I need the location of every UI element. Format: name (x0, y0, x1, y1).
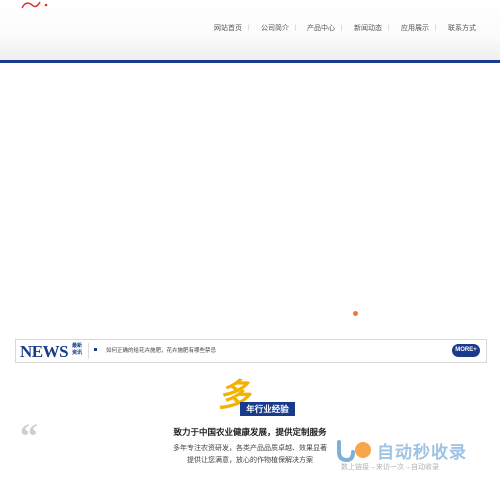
nav-item-news[interactable]: 新闻动态 (354, 23, 382, 33)
news-subheading: 最新 资讯 (72, 343, 83, 356)
news-item-link[interactable]: 如何正确的给花卉施肥，花卉施肥有哪些禁忌 (106, 346, 216, 354)
nav-item-about[interactable]: 公司简介 (261, 23, 289, 33)
nav-item-products[interactable]: 产品中心 (307, 23, 335, 33)
bullet-icon (94, 348, 97, 351)
news-heading: NEWS (20, 342, 69, 361)
news-divider (88, 343, 89, 359)
experience-badge: 年行业经验 (240, 402, 295, 416)
slide-indicator-dot[interactable] (353, 311, 358, 316)
nav-item-applications[interactable]: 应用展示 (401, 23, 429, 33)
news-bar: NEWS 最新 资讯 如何正确的给花卉施肥，花卉施肥有哪些禁忌 MORE+ (15, 339, 487, 363)
logo-icon[interactable] (20, 0, 60, 10)
main-nav: 网站首页 | 公司简介 | 产品中心 | 新闻动态 | 应用展示 | 联系方式 (200, 23, 500, 39)
watermark-logo-icon (337, 440, 371, 463)
nav-separator: | (341, 25, 343, 31)
nav-separator: | (388, 25, 390, 31)
nav-separator: | (295, 25, 297, 31)
nav-item-contact[interactable]: 联系方式 (448, 23, 476, 33)
watermark: 自动秒收录 数上链接→来访一次→自动收录 (335, 436, 485, 476)
more-button[interactable]: MORE+ (452, 344, 480, 357)
watermark-subtitle: 数上链接→来访一次→自动收录 (341, 464, 439, 471)
nav-item-home[interactable]: 网站首页 (214, 23, 242, 33)
nav-separator: | (435, 25, 437, 31)
site-header: 网站首页 | 公司简介 | 产品中心 | 新闻动态 | 应用展示 | 联系方式 (0, 0, 500, 60)
nav-separator: | (248, 25, 250, 31)
header-accent-bar (0, 60, 500, 63)
watermark-title: 自动秒收录 (377, 443, 467, 462)
